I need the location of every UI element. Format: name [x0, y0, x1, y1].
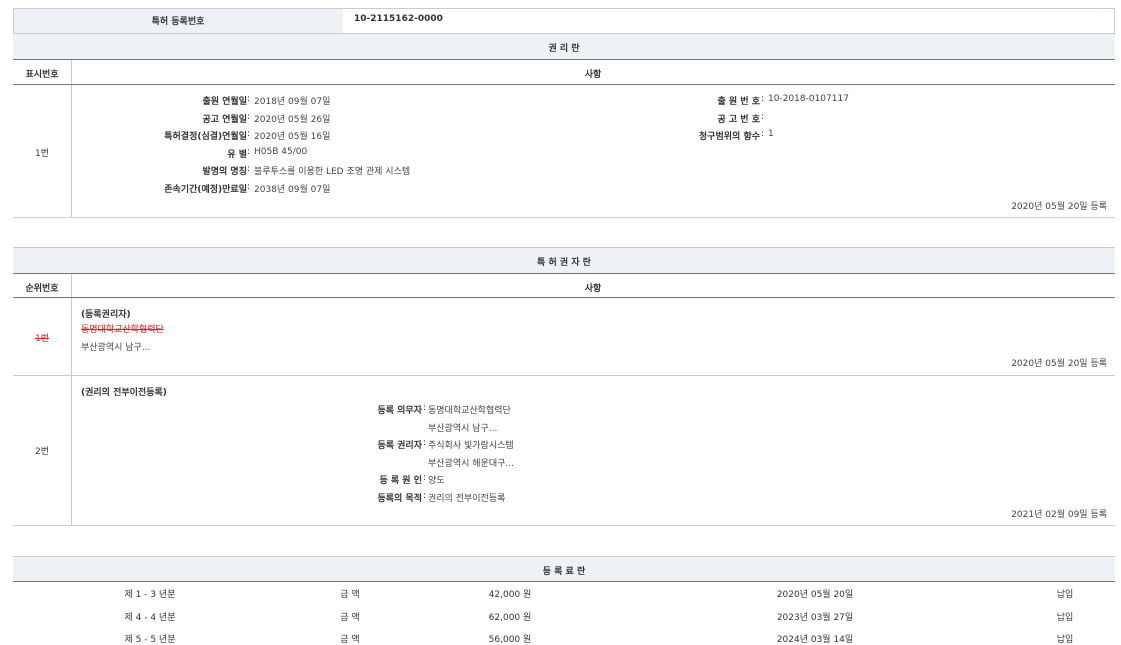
field-value-classification: H05B 45/00 — [254, 147, 307, 157]
field-label-claims-count: 청구범위의 항수 — [699, 129, 760, 142]
holders-section-title: 특 허 권 자 란 — [13, 255, 1115, 268]
colon: : — [761, 129, 764, 139]
fee-status: 납입 — [1040, 587, 1090, 600]
holder-row1-number: 1번 — [13, 331, 71, 344]
field-label-invention-title: 발명의 명칭 — [202, 164, 247, 177]
field-value-expiry-date: 2038년 09월 07일 — [254, 182, 330, 195]
registration-number-value: 10-2115162-0000 — [354, 14, 443, 24]
fee-amount-label: 금 액 — [310, 632, 390, 645]
field-label-decision-date: 특허결정(심결)연월일 — [164, 129, 247, 142]
rights-registration-date: 2020년 05월 20일 등록 — [1011, 199, 1107, 212]
fee-amount: 42,000 원 — [470, 587, 550, 600]
field-value-rightholder-address: 부산광역시 해운대구... — [428, 456, 514, 469]
holders-col-number-header: 순위번호 — [13, 281, 71, 294]
colon: : — [247, 129, 250, 139]
fee-period: 제 1 - 3 년분 — [90, 587, 210, 600]
holder-row2-kind: (권리의 전부이전등록) — [81, 385, 167, 398]
field-value-decision-date: 2020년 05월 16일 — [254, 129, 330, 142]
field-value-cause: 양도 — [428, 473, 445, 486]
field-label-purpose: 등록의 목적 — [377, 491, 422, 504]
fee-amount: 62,000 원 — [470, 610, 550, 623]
field-label-publication-date: 공고 연월일 — [202, 112, 247, 125]
field-label-classification: 유 별 — [227, 147, 247, 160]
divider — [13, 581, 1115, 582]
divider — [13, 59, 1115, 60]
holder-row1-kind: (등록권리자) — [81, 307, 131, 320]
colon: : — [761, 112, 764, 122]
rights-col-content-header: 사항 — [71, 67, 1115, 80]
fee-payment-date: 2023년 03월 27일 — [755, 610, 875, 623]
colon: : — [247, 164, 250, 174]
colon: : — [247, 94, 250, 104]
field-value-application-number: 10-2018-0107117 — [768, 94, 849, 104]
colon: : — [247, 112, 250, 122]
fee-amount: 56,000 원 — [470, 632, 550, 645]
divider — [13, 375, 1115, 376]
registration-number-value-cell — [343, 8, 1115, 34]
field-value-claims-count: 1 — [768, 129, 774, 139]
holder-row2-number: 2번 — [13, 444, 71, 457]
field-value-obligor-address: 부산광역시 남구... — [428, 421, 497, 434]
fee-payment-date: 2024년 03월 14일 — [755, 632, 875, 645]
field-value-obligor: 동명대학교산학협력단 — [428, 403, 511, 416]
holders-col-content-header: 사항 — [71, 281, 1115, 294]
field-value-application-date: 2018년 09월 07일 — [254, 94, 330, 107]
rights-section-title: 권 리 란 — [13, 41, 1115, 54]
field-label-obligor: 등록 의무자 — [377, 403, 422, 416]
fee-status: 납입 — [1040, 632, 1090, 645]
fee-amount-label: 금 액 — [310, 587, 390, 600]
fee-amount-label: 금 액 — [310, 610, 390, 623]
colon: : — [423, 438, 426, 448]
colon: : — [247, 147, 250, 157]
divider — [13, 297, 1115, 298]
divider — [71, 274, 72, 525]
colon: : — [423, 491, 426, 501]
colon: : — [761, 94, 764, 104]
colon: : — [423, 403, 426, 413]
fee-period: 제 5 - 5 년분 — [90, 632, 210, 645]
fee-period: 제 4 - 4 년분 — [90, 610, 210, 623]
field-value-rightholder: 주식회사 빛가람시스템 — [428, 438, 514, 451]
holder-row2-registration-date: 2021년 02월 09일 등록 — [1011, 507, 1107, 520]
holder-row1-name: 동명대학교산학협력단 — [81, 322, 164, 335]
colon: : — [247, 182, 250, 192]
registration-number-label: 특허 등록번호 — [13, 14, 343, 27]
field-label-cause: 등 록 원 인 — [379, 473, 422, 486]
fees-section-title: 등 록 료 란 — [13, 564, 1115, 577]
rights-row-number: 1번 — [13, 146, 71, 159]
field-value-publication-date: 2020년 05월 26일 — [254, 112, 330, 125]
divider — [13, 217, 1115, 218]
holder-row1-address: 부산광역시 남구... — [81, 340, 150, 353]
rights-col-number-header: 표시번호 — [13, 67, 71, 80]
divider — [13, 525, 1115, 526]
divider — [13, 84, 1115, 85]
field-value-invention-title: 블루투스를 이용한 LED 조명 관제 시스템 — [254, 164, 410, 177]
field-label-application-date: 출원 연월일 — [202, 94, 247, 107]
field-label-rightholder: 등록 권리자 — [377, 438, 422, 451]
fee-payment-date: 2020년 05월 20일 — [755, 587, 875, 600]
divider — [13, 273, 1115, 274]
holder-row1-registration-date: 2020년 05월 20일 등록 — [1011, 356, 1107, 369]
field-label-expiry-date: 존속기간(예정)만료일 — [164, 182, 247, 195]
colon: : — [423, 473, 426, 483]
field-label-publication-number: 공 고 번 호 — [717, 112, 760, 125]
field-label-application-number: 출 원 번 호 — [717, 94, 760, 107]
fee-status: 납입 — [1040, 610, 1090, 623]
field-value-purpose: 권리의 전부이전등록 — [428, 491, 505, 504]
